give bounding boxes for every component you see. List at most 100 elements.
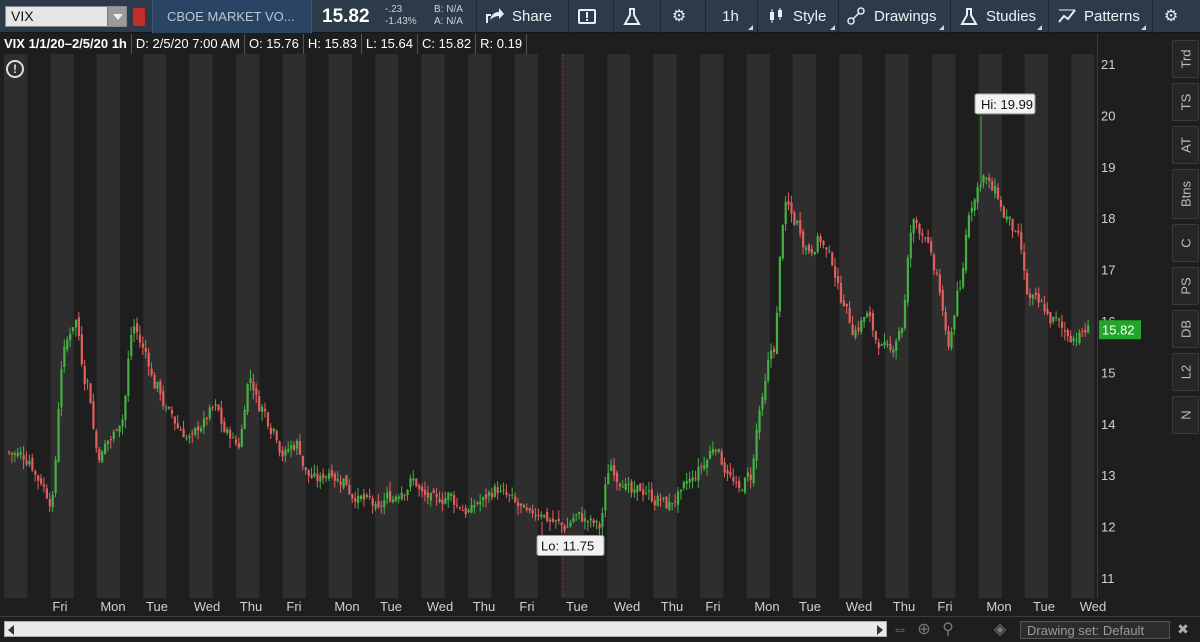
- candle-body: [249, 378, 252, 383]
- candle-body: [612, 464, 616, 476]
- candle-body: [903, 299, 907, 329]
- time-tick-label: Wed: [846, 599, 873, 614]
- candle-body: [421, 486, 424, 492]
- candle-body: [784, 201, 787, 225]
- candle-body: [717, 449, 720, 452]
- tab-ts[interactable]: TS: [1172, 83, 1199, 121]
- tab-at[interactable]: AT: [1172, 126, 1199, 164]
- bid-ask: B: N/A A: N/A: [434, 4, 463, 28]
- candle-body: [511, 495, 514, 497]
- zoom-icon[interactable]: ⚲: [938, 620, 958, 640]
- patterns-button[interactable]: Patterns: [1048, 0, 1148, 33]
- candle-body: [1063, 330, 1067, 332]
- candle-body: [426, 492, 430, 498]
- candle-body: [822, 241, 825, 245]
- candle-body: [118, 425, 121, 432]
- tab-l2[interactable]: L2: [1172, 353, 1199, 391]
- candle-body: [650, 489, 654, 502]
- candle-body: [453, 495, 456, 505]
- candlestick-chart[interactable]: Hi: 19.99 Lo: 11.75: [0, 54, 1097, 598]
- close-icon[interactable]: ✖: [1172, 621, 1194, 639]
- candle-body: [944, 312, 947, 331]
- candle-body: [89, 383, 92, 404]
- drawing-set-select[interactable]: Drawing set: Default: [1020, 621, 1170, 639]
- session-band: [932, 54, 956, 598]
- candle-body: [412, 478, 415, 481]
- candle-body: [726, 470, 729, 474]
- symbol-link-flag-icon[interactable]: [133, 8, 145, 26]
- candle-body: [71, 327, 75, 332]
- symbol-input[interactable]: VIX: [5, 6, 127, 27]
- candle-body: [662, 497, 665, 499]
- candle-body: [505, 491, 508, 495]
- candle-body: [391, 499, 395, 502]
- candle-body: [836, 276, 840, 283]
- candle-body: [301, 455, 304, 467]
- studies-button[interactable]: Studies: [950, 0, 1044, 33]
- drawing-tools-icon[interactable]: ◈: [990, 620, 1010, 640]
- style-button[interactable]: Style: [757, 0, 837, 33]
- candle-body: [258, 395, 261, 412]
- candle-body: [653, 500, 656, 506]
- tab-ps[interactable]: PS: [1172, 267, 1199, 305]
- candle-body: [906, 257, 909, 303]
- pan-icon[interactable]: ⇔: [890, 620, 910, 640]
- session-band: [468, 54, 492, 598]
- candle-body: [1049, 312, 1052, 324]
- settings-button[interactable]: ⚙: [660, 0, 700, 33]
- candle-body: [676, 491, 680, 505]
- share-button[interactable]: Share: [476, 0, 560, 33]
- candle-body: [112, 431, 115, 439]
- alert-icon[interactable]: !: [6, 60, 24, 78]
- aggregation-button[interactable]: 1h: [705, 0, 755, 33]
- candle-body: [586, 521, 590, 523]
- tab-db[interactable]: DB: [1172, 310, 1199, 348]
- candle-body: [252, 381, 255, 391]
- price-tick-label: 21: [1101, 57, 1115, 72]
- tab-btns[interactable]: Btns: [1172, 169, 1199, 219]
- candle-body: [729, 471, 732, 476]
- tab-n[interactable]: N: [1172, 396, 1199, 434]
- scroll-left-icon[interactable]: [8, 625, 14, 635]
- candle-body: [159, 380, 162, 394]
- crosshair-icon[interactable]: ⊕: [914, 620, 934, 640]
- flask-button[interactable]: [613, 0, 655, 33]
- candle-body: [374, 503, 377, 509]
- session-band: [514, 54, 538, 598]
- symbol-dropdown-icon[interactable]: [107, 7, 126, 26]
- candle-body: [69, 333, 72, 340]
- candle-body: [583, 518, 587, 522]
- candle-body: [357, 495, 360, 504]
- time-tick-label: Wed: [1080, 599, 1107, 614]
- time-axis[interactable]: Fri Mon Tue Wed Thu Fri Mon Tue Wed Thu Fri Tue Wed T…: [0, 598, 1169, 616]
- horizontal-scrollbar[interactable]: [4, 621, 887, 637]
- candle-body: [540, 514, 543, 518]
- candle-body: [927, 237, 930, 243]
- candle-body: [508, 494, 511, 496]
- candle-body: [502, 489, 505, 491]
- calendar-alert-icon: [577, 7, 597, 27]
- candle-body: [560, 522, 563, 525]
- price-chart[interactable]: Hi: 19.99 Lo: 11.75 !: [0, 54, 1097, 598]
- candle-body: [295, 440, 299, 449]
- candle-body: [432, 490, 435, 493]
- price-tick-label: 14: [1101, 417, 1115, 432]
- candle-body: [39, 478, 43, 484]
- session-band: [607, 54, 631, 598]
- chart-settings-button[interactable]: ⚙: [1152, 0, 1200, 33]
- candle-body: [365, 494, 368, 498]
- candle-body: [802, 231, 805, 248]
- drawings-button[interactable]: Drawings: [838, 0, 946, 33]
- candle-body: [694, 478, 697, 480]
- tab-c[interactable]: C: [1172, 224, 1199, 262]
- scroll-right-icon[interactable]: [877, 625, 883, 635]
- quick-view-button[interactable]: [568, 0, 608, 33]
- tab-trd[interactable]: Trd: [1172, 40, 1199, 78]
- candle-body: [194, 427, 197, 435]
- drawings-label: Drawings: [874, 8, 937, 25]
- candle-body: [173, 416, 176, 424]
- candle-body: [482, 497, 485, 501]
- price-axis[interactable]: 111213141516171819202115.82: [1097, 34, 1169, 598]
- candle-body: [293, 445, 296, 450]
- candle-body: [348, 484, 351, 495]
